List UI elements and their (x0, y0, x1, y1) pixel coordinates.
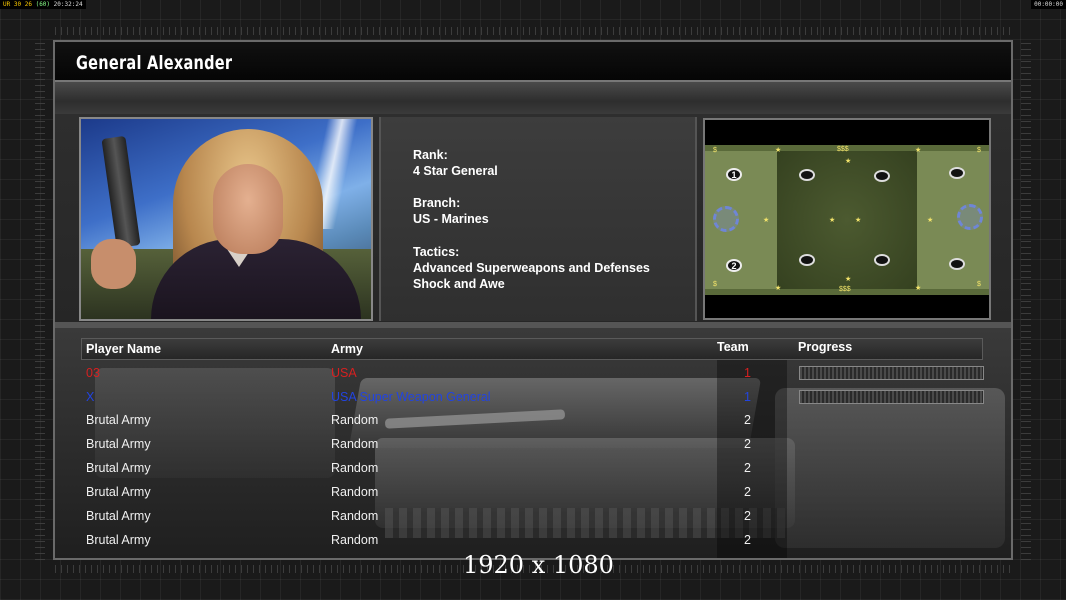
start-position-slot (949, 258, 965, 270)
start-position-slot (949, 167, 965, 179)
player-army: Random (331, 461, 379, 475)
hud-timer: 00:00:00 (1031, 0, 1066, 9)
start-position-slot (799, 254, 815, 266)
player-name: Brutal Army (86, 437, 151, 451)
tactics-line-1: Advanced Superweapons and Defenses (413, 261, 650, 275)
start-position-slot (799, 169, 815, 181)
status-hud: UR 30 26 (60) 20:32:24 (0, 0, 86, 9)
player-army: Random (331, 413, 379, 427)
header-player-name: Player Name (86, 342, 162, 356)
dollar-icon: $ (977, 281, 981, 288)
star-icon: ★ (915, 285, 922, 292)
star-icon: ★ (845, 276, 852, 283)
map-center-field (777, 145, 917, 295)
player-team: 2 (744, 461, 751, 475)
ruler-top (55, 27, 1011, 35)
star-icon: ★ (775, 147, 782, 154)
rank-value: 4 Star General (413, 164, 498, 178)
hud-label-b: 30 (13, 1, 22, 8)
player-army: Random (331, 485, 379, 499)
player-team: 2 (744, 485, 751, 499)
player-army: USA Super Weapon General (331, 390, 491, 404)
player-army: Random (331, 437, 379, 451)
start-position-2: 2 (726, 259, 742, 272)
player-name: Brutal Army (86, 533, 151, 547)
player-army: Random (331, 533, 379, 547)
pistol-icon (101, 135, 141, 249)
header-progress: Progress (798, 340, 853, 354)
general-portrait (79, 117, 373, 321)
player-team: 2 (744, 413, 751, 427)
tank-silhouette (775, 388, 1005, 548)
hud-label-d: (60) (35, 1, 51, 8)
ruler-right (1021, 40, 1031, 560)
progress-bar (799, 366, 984, 380)
player-name: 03 (86, 366, 100, 380)
hud-clock: 20:32:24 (53, 1, 83, 8)
dollar-icon: $ (977, 147, 981, 154)
start-position-slot (874, 170, 890, 182)
oil-derrick-icon (957, 204, 983, 230)
player-name: Brutal Army (86, 461, 151, 475)
oil-derrick-icon (713, 206, 739, 232)
player-name: Brutal Army (86, 509, 151, 523)
player-team: 2 (744, 437, 751, 451)
star-icon: ★ (915, 147, 922, 154)
header-sub-strip (55, 82, 1011, 114)
general-name-title: General Alexander (76, 52, 233, 74)
header-team: Team (717, 340, 749, 354)
player-roster-background (55, 328, 1011, 558)
money-pile-icon: $$$ (837, 146, 849, 153)
star-icon: ★ (845, 158, 852, 165)
player-team: 2 (744, 509, 751, 523)
star-icon: ★ (829, 217, 836, 224)
tactics-line-2: Shock and Awe (413, 277, 505, 291)
player-team: 2 (744, 533, 751, 547)
star-icon: ★ (763, 217, 770, 224)
star-icon: ★ (927, 217, 934, 224)
map-preview: 1 2 $$$ $$$ ★ ★ ★ ★ ★ ★ ★ ★ ★ ★ $ $ $ $ (705, 145, 989, 295)
money-pile-icon: $$$ (839, 286, 851, 293)
ruler-left (35, 40, 45, 560)
team-column-shade (717, 348, 787, 558)
tactics-label: Tactics: (413, 245, 460, 259)
branch-value: US - Marines (413, 212, 489, 226)
dollar-icon: $ (713, 147, 717, 154)
hud-label-a: UR (3, 1, 11, 8)
hud-label-c: 26 (24, 1, 32, 8)
progress-bar (799, 390, 984, 404)
portrait-face (213, 164, 283, 254)
start-position-1: 1 (726, 168, 742, 181)
player-name: Brutal Army (86, 485, 151, 499)
player-name: Brutal Army (86, 413, 151, 427)
player-army: Random (331, 509, 379, 523)
portrait-hand (91, 239, 136, 289)
player-army: USA (331, 366, 357, 380)
player-team: 1 (744, 366, 751, 380)
player-name: X (86, 390, 95, 404)
star-icon: ★ (855, 217, 862, 224)
rank-label: Rank: (413, 148, 448, 162)
start-position-slot (874, 254, 890, 266)
header-army: Army (331, 342, 363, 356)
player-team: 1 (744, 390, 751, 404)
resolution-overlay-text: 1920 x 1080 (463, 551, 614, 579)
branch-label: Branch: (413, 196, 461, 210)
star-icon: ★ (775, 285, 782, 292)
dollar-icon: $ (713, 281, 717, 288)
